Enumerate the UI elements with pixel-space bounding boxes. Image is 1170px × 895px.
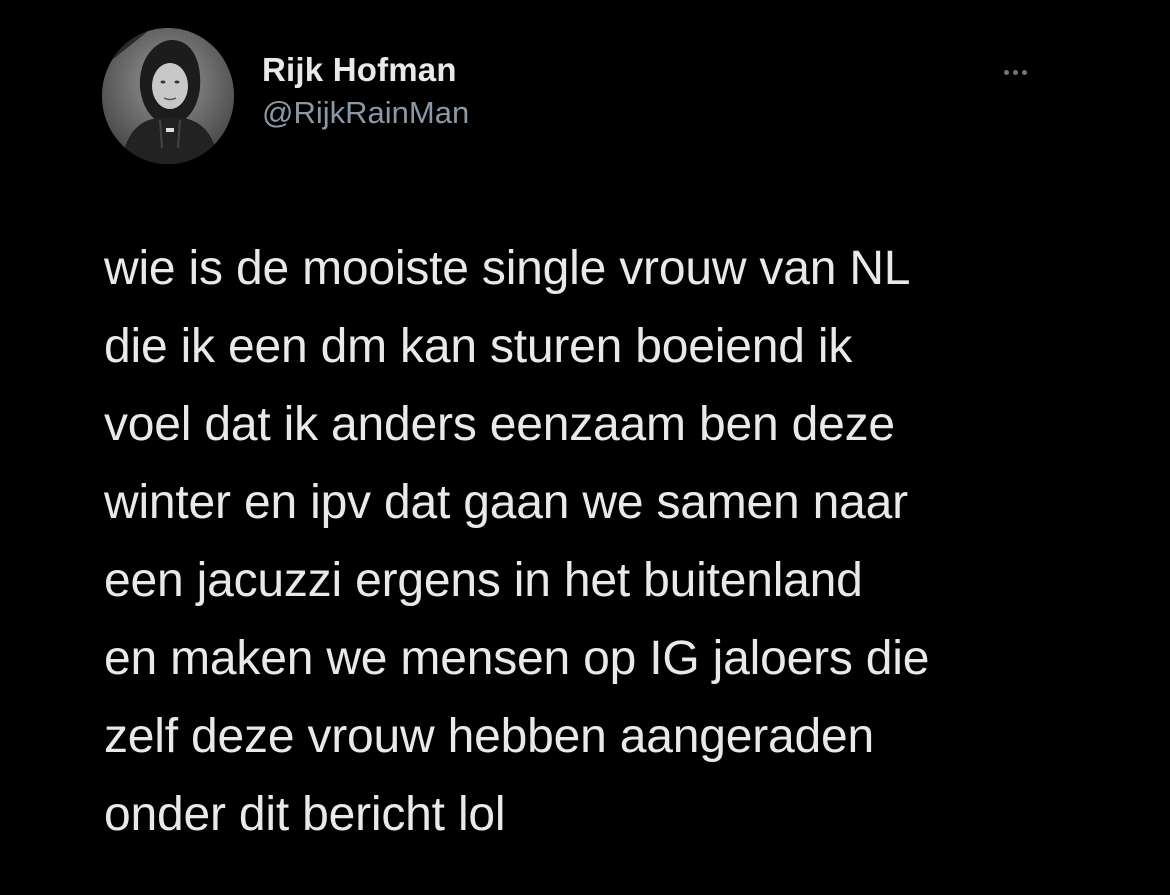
more-dots-icon bbox=[1021, 69, 1027, 75]
tweet-text-line: wie is de mooiste single vrouw van NL bbox=[104, 242, 911, 295]
author-avatar[interactable] bbox=[102, 28, 234, 164]
more-dots-icon bbox=[1012, 69, 1018, 75]
author-display-name[interactable]: Rijk Hofman bbox=[262, 50, 469, 90]
tweet-text-line: en maken we mensen op IG jaloers die bbox=[104, 632, 930, 685]
tweet-text-line: onder dit bericht lol bbox=[104, 788, 506, 841]
tweet-text-line: die ik een dm kan sturen boeiend ik bbox=[104, 320, 853, 373]
more-dots-icon bbox=[1003, 69, 1009, 75]
more-options-button[interactable] bbox=[990, 58, 1040, 86]
tweet-text-line: een jacuzzi ergens in het buitenland bbox=[104, 554, 863, 607]
tweet-text-line: zelf deze vrouw hebben aangeraden bbox=[104, 710, 874, 763]
tweet-text: wie is de mooiste single vrouw van NL di… bbox=[104, 230, 1124, 854]
author-handle[interactable]: @RijkRainMan bbox=[262, 94, 469, 132]
tweet-text-line: winter en ipv dat gaan we samen naar bbox=[104, 476, 908, 529]
avatar-image bbox=[102, 28, 234, 164]
tweet-card: Rijk Hofman @RijkRainMan wie is de moois… bbox=[0, 0, 1170, 895]
author-info: Rijk Hofman @RijkRainMan bbox=[262, 50, 469, 132]
tweet-text-line: voel dat ik anders eenzaam ben deze bbox=[104, 398, 895, 451]
